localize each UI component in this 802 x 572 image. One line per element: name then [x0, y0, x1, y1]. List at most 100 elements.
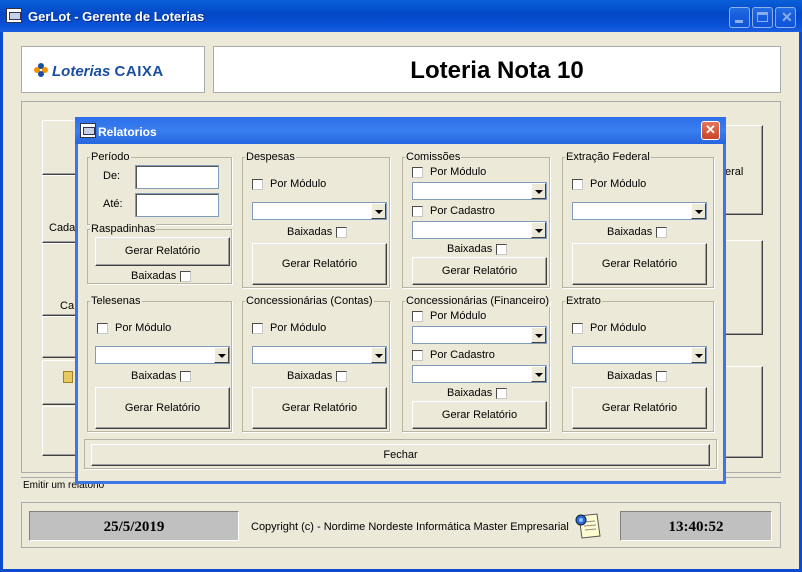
telesenas-label: Telesenas — [90, 295, 142, 307]
bg-button-7-label: eral — [725, 166, 744, 178]
contas-baixadas-checkbox[interactable] — [336, 371, 347, 382]
telesenas-gerar-button[interactable]: Gerar Relatório — [95, 387, 230, 429]
de-input[interactable] — [135, 165, 219, 189]
extrato-por-modulo-label: Por Módulo — [590, 322, 647, 334]
document-icon[interactable] — [573, 510, 605, 542]
comissoes-por-cadastro-checkbox[interactable] — [412, 206, 423, 217]
chevron-down-icon — [371, 347, 386, 363]
bg-folder-icon — [63, 371, 73, 383]
app-icon — [6, 8, 22, 23]
chevron-down-icon — [531, 327, 546, 343]
comissoes-por-modulo-checkbox[interactable] — [412, 167, 423, 178]
bg-button-3-label: Ca — [60, 300, 75, 312]
maximize-button[interactable] — [752, 7, 773, 28]
chevron-down-icon — [691, 347, 706, 363]
extracao-modulo-select[interactable] — [572, 202, 707, 220]
comissoes-gerar-button[interactable]: Gerar Relatório — [412, 257, 547, 285]
extrato-modulo-select[interactable] — [572, 346, 707, 364]
extrato-gerar-button[interactable]: Gerar Relatório — [572, 387, 707, 429]
concessionarias-contas-group: Concessionárias (Contas) Por Módulo Baix… — [242, 295, 390, 432]
extrato-label: Extrato — [565, 295, 602, 307]
bg-button-2-label: Cada — [49, 222, 76, 234]
despesas-group: Despesas Por Módulo Baixadas Gerar Relat… — [242, 151, 390, 288]
despesas-por-modulo-checkbox[interactable] — [252, 179, 263, 190]
extracao-baixadas-label: Baixadas — [607, 226, 653, 238]
minimize-button[interactable] — [729, 7, 750, 28]
chevron-down-icon — [371, 203, 386, 219]
raspadinhas-baixadas-label: Baixadas — [131, 270, 177, 282]
game-title: Loteria Nota 10 — [213, 46, 781, 93]
telesenas-baixadas-checkbox[interactable] — [180, 371, 191, 382]
contas-modulo-select[interactable] — [252, 346, 387, 364]
chevron-down-icon — [691, 203, 706, 219]
telesenas-modulo-select[interactable] — [95, 346, 230, 364]
despesas-modulo-select[interactable] — [252, 202, 387, 220]
contas-gerar-button[interactable]: Gerar Relatório — [252, 387, 387, 429]
extrato-baixadas-checkbox[interactable] — [656, 371, 667, 382]
dialog-title: Relatorios — [98, 125, 157, 139]
despesas-baixadas-label: Baixadas — [287, 226, 333, 238]
fechar-button[interactable]: Fechar — [91, 444, 710, 466]
chevron-down-icon — [214, 347, 229, 363]
contas-por-modulo-checkbox[interactable] — [252, 323, 263, 334]
dialog-close-button[interactable]: ✕ — [701, 121, 720, 140]
financeiro-por-modulo-checkbox[interactable] — [412, 311, 423, 322]
dialog-app-icon — [80, 123, 96, 138]
time-readout: 13:40:52 — [620, 511, 772, 541]
comissoes-por-modulo-label: Por Módulo — [430, 166, 487, 178]
financeiro-cadastro-select[interactable] — [412, 365, 547, 383]
close-icon: ✕ — [705, 122, 716, 137]
despesas-label: Despesas — [245, 151, 296, 163]
financeiro-baixadas-checkbox[interactable] — [496, 388, 507, 399]
financeiro-por-cadastro-checkbox[interactable] — [412, 350, 423, 361]
chevron-down-icon — [531, 183, 546, 199]
comissoes-group: Comissões Por Módulo Por Cadastro Baixad… — [402, 151, 550, 288]
comissoes-baixadas-checkbox[interactable] — [496, 244, 507, 255]
periodo-group: Período De: Até: — [87, 151, 232, 225]
comissoes-label: Comissões — [405, 151, 462, 163]
de-label: De: — [103, 170, 121, 182]
periodo-label: Período — [90, 151, 131, 163]
contas-por-modulo-label: Por Módulo — [270, 322, 327, 334]
window-title: GerLot - Gerente de Loterias — [28, 9, 205, 24]
extrato-por-modulo-checkbox[interactable] — [572, 323, 583, 334]
financeiro-por-modulo-label: Por Módulo — [430, 310, 487, 322]
close-icon: ✕ — [781, 9, 793, 25]
telesenas-baixadas-label: Baixadas — [131, 370, 177, 382]
minimize-icon — [735, 20, 743, 23]
concessionarias-financeiro-group: Concessionárias (Financeiro) Por Módulo … — [402, 295, 551, 432]
extracao-por-modulo-label: Por Módulo — [590, 178, 647, 190]
comissoes-modulo-select[interactable] — [412, 182, 547, 200]
comissoes-por-cadastro-label: Por Cadastro — [430, 205, 495, 217]
concessionarias-contas-label: Concessionárias (Contas) — [245, 295, 374, 307]
financeiro-por-cadastro-label: Por Cadastro — [430, 349, 495, 361]
contas-baixadas-label: Baixadas — [287, 370, 333, 382]
despesas-gerar-button[interactable]: Gerar Relatório — [252, 243, 387, 285]
raspadinhas-group: Raspadinhas Gerar Relatório Baixadas — [87, 223, 232, 284]
copyright-text: Copyright (c) - Nordime Nordeste Informá… — [251, 521, 569, 533]
main-title-bar[interactable]: GerLot - Gerente de Loterias ✕ — [0, 0, 802, 32]
telesenas-por-modulo-label: Por Módulo — [115, 322, 172, 334]
concessionarias-financeiro-label: Concessionárias (Financeiro) — [405, 295, 551, 307]
extracao-gerar-button[interactable]: Gerar Relatório — [572, 243, 707, 285]
ate-label: Até: — [103, 198, 123, 210]
financeiro-modulo-select[interactable] — [412, 326, 547, 344]
comissoes-cadastro-select[interactable] — [412, 221, 547, 239]
extrato-group: Extrato Por Módulo Baixadas Gerar Relató… — [562, 295, 714, 432]
telesenas-group: Telesenas Por Módulo Baixadas Gerar Rela… — [87, 295, 232, 432]
ate-input[interactable] — [135, 193, 219, 217]
extracao-baixadas-checkbox[interactable] — [656, 227, 667, 238]
extracao-por-modulo-checkbox[interactable] — [572, 179, 583, 190]
date-readout: 25/5/2019 — [29, 511, 239, 541]
despesas-baixadas-checkbox[interactable] — [336, 227, 347, 238]
dialog-title-bar[interactable]: Relatorios ✕ — [75, 117, 726, 144]
close-button[interactable]: ✕ — [775, 7, 796, 28]
telesenas-por-modulo-checkbox[interactable] — [97, 323, 108, 334]
logo-text: Loterias CAIXA — [52, 63, 164, 80]
raspadinhas-baixadas-checkbox[interactable] — [180, 271, 191, 282]
logo-panel: Loterias CAIXA — [21, 46, 205, 93]
extrato-baixadas-label: Baixadas — [607, 370, 653, 382]
footer-panel: 25/5/2019 Copyright (c) - Nordime Nordes… — [21, 502, 781, 548]
raspadinhas-gerar-button[interactable]: Gerar Relatório — [95, 237, 230, 266]
financeiro-gerar-button[interactable]: Gerar Relatório — [412, 401, 547, 429]
